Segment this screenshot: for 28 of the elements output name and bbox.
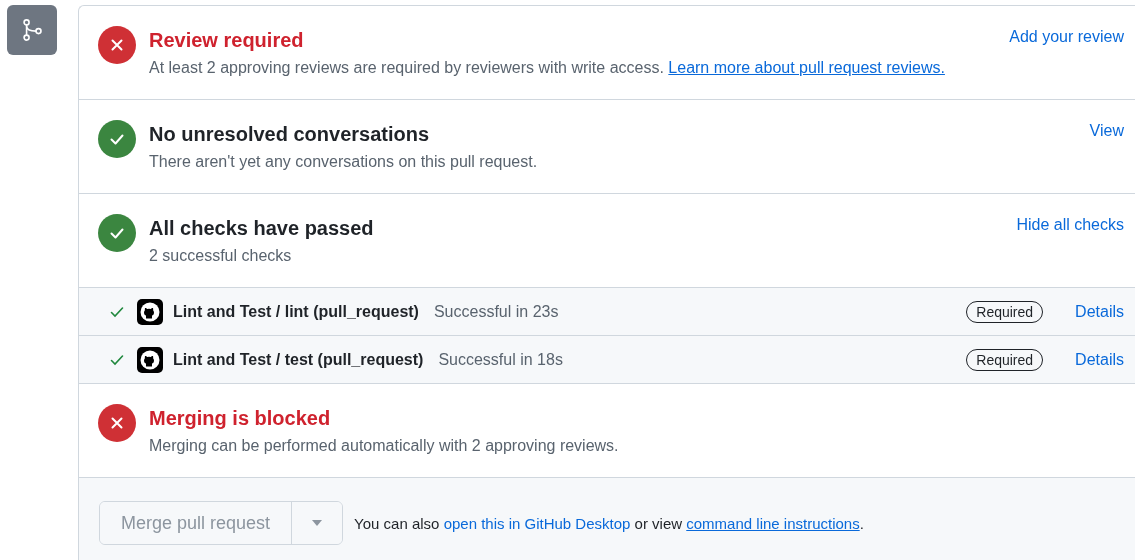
section-title: All checks have passed [149,216,375,241]
check-result: Successful in 23s [433,302,560,321]
merge-note: You can also open this in GitHub Desktop or view command line instructions. [354,514,864,532]
merge-branch-icon [7,5,57,55]
reviews-link[interactable]: Learn more about pull request reviews. [668,59,945,76]
details-link[interactable]: Details [1075,302,1124,321]
details-link[interactable]: Details [1075,350,1124,369]
section-description: There aren't yet any conversations on this pull request. [149,152,539,172]
section-action-link[interactable]: Hide all checks [1016,216,1124,234]
error-icon [98,404,136,442]
success-icon [98,120,136,158]
check-name: Lint and Test / lint (pull_request) [173,302,419,321]
section-description: At least 2 approving reviews are required by reviewers with write access. Learn more about pull request reviews. [149,58,946,78]
section-description: Merging can be performed automatically with 2 approving reviews. [149,436,620,456]
check-result: Successful in 18s [438,350,564,369]
error-icon [98,26,136,64]
section-title: No unresolved conversations [149,122,431,147]
section-title: Merging is blocked [149,406,332,431]
section-title: Review required [149,28,305,53]
section-description: 2 successful checks [149,246,293,266]
merge-options-button[interactable] [291,502,343,544]
section-action-link[interactable]: View [1089,122,1124,140]
caret-icon [311,519,324,527]
success-icon [98,214,136,252]
github-logo-icon [137,346,163,373]
github-logo-icon [137,298,163,325]
section-action-link[interactable]: Add your review [1009,28,1124,46]
check-name: Lint and Test / test (pull_request) [173,350,424,369]
